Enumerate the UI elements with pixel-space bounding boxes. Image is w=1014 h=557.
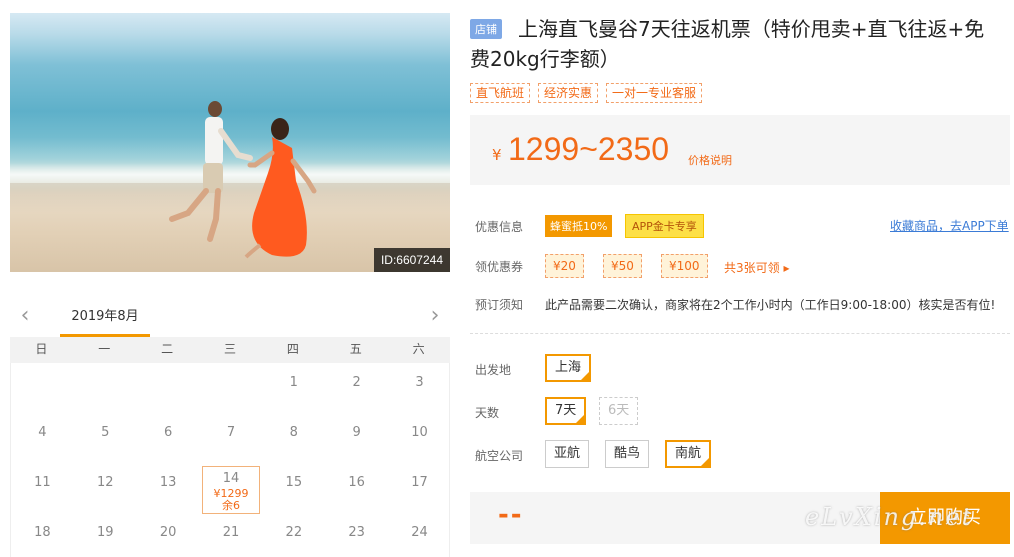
- next-month-chevron-icon[interactable]: ›: [424, 304, 446, 330]
- calendar-day-number: 20: [159, 525, 177, 540]
- coupons-more-link[interactable]: 共3张可领 ▸: [724, 259, 789, 276]
- weekday: 六: [412, 342, 425, 356]
- calendar-day-number: 14: [222, 471, 240, 486]
- coupon-label: 领优惠券: [475, 260, 524, 274]
- calendar-day[interactable]: 2: [325, 367, 388, 417]
- days-label: 天数: [475, 406, 500, 420]
- calendar-day-stock: 余6: [221, 499, 240, 512]
- calendar-day[interactable]: 24: [388, 517, 451, 557]
- price-box: ¥ 1299~2350 价格说明: [470, 115, 1010, 185]
- price-explain-link[interactable]: 价格说明: [688, 152, 732, 168]
- price-range: 1299~2350: [508, 131, 670, 167]
- feature-tag: 直飞航班: [470, 83, 531, 103]
- departure-label: 出发地: [475, 363, 512, 377]
- calendar-day[interactable]: 6: [137, 417, 200, 467]
- calendar-day[interactable]: 5: [74, 417, 137, 467]
- calendar-day-number: 23: [348, 525, 365, 540]
- calendar-day[interactable]: 11: [11, 467, 74, 517]
- days-option-7[interactable]: 7天: [545, 397, 587, 425]
- calendar-day-number: 18: [34, 525, 51, 540]
- calendar-month-tab[interactable]: 2019年8月: [60, 300, 150, 337]
- app-gold-card-badge: APP金卡专享: [625, 214, 704, 238]
- calendar-day[interactable]: 7: [200, 417, 263, 467]
- feature-tags: 直飞航班 经济实惠 一对一专业客服: [470, 83, 703, 103]
- calendar-day-number: 7: [226, 425, 236, 440]
- calendar-day-number: 24: [411, 525, 428, 540]
- calendar-day-number: 15: [285, 475, 303, 490]
- calendar-day-number: 10: [411, 425, 428, 440]
- total-price: --: [498, 500, 524, 530]
- calendar-day-number: 8: [289, 425, 298, 440]
- coupon-20[interactable]: ¥20: [545, 254, 584, 278]
- calendar-day[interactable]: 10: [388, 417, 451, 467]
- calendar-header: ‹ 2019年8月 ›: [10, 300, 450, 337]
- calendar-day[interactable]: 9: [325, 417, 388, 467]
- calendar-day-number: 11: [34, 475, 51, 490]
- airline-label: 航空公司: [475, 449, 524, 463]
- booking-notice-text: 此产品需要二次确认，商家将在2个工作小时内（工作日9:00-18:00）核实是否…: [545, 298, 996, 312]
- product-title: 上海直飞曼谷7天往返机票（特价甩卖+直飞往返+免费20kg行李额）: [470, 17, 985, 71]
- departure-option-shanghai[interactable]: 上海: [545, 354, 592, 382]
- calendar-day-number: 13: [159, 475, 177, 490]
- weekday: 一: [98, 342, 111, 356]
- calendar-day[interactable]: 13: [137, 467, 200, 517]
- currency-symbol: ¥: [492, 146, 502, 164]
- calendar-grid: 1 2 3 4 5 6 7 8 9 10 11 12 13 14 ¥1299 余6 15 16 17 18 19 20 21…: [10, 363, 450, 557]
- product-photo: ID:6607244: [10, 13, 450, 272]
- calendar-day[interactable]: 21: [200, 517, 263, 557]
- airline-option-airasia[interactable]: 亚航: [545, 440, 590, 468]
- airline-option-china-southern[interactable]: 南航: [665, 440, 712, 468]
- honey-discount-badge: 蜂蜜抵10%: [545, 215, 613, 237]
- weekday: 五: [349, 342, 362, 356]
- calendar-day[interactable]: 17: [388, 467, 451, 517]
- prev-month-chevron-icon[interactable]: ‹: [14, 304, 36, 330]
- calendar-day[interactable]: 23: [325, 517, 388, 557]
- calendar-day[interactable]: 1: [262, 367, 325, 417]
- weekday: 三: [224, 342, 237, 356]
- couple-on-beach-illustration: [169, 101, 317, 259]
- airline-option-scoot[interactable]: 酷鸟: [605, 440, 650, 468]
- feature-tag: 一对一专业客服: [606, 83, 703, 103]
- calendar-weekdays: 日 一 二 三 四 五 六: [10, 337, 450, 363]
- calendar-day-number: 6: [163, 425, 173, 440]
- calendar-day[interactable]: 12: [74, 467, 137, 517]
- divider: [470, 333, 1010, 334]
- favorite-link[interactable]: 收藏商品，去APP下单: [890, 217, 1009, 234]
- calendar-day[interactable]: 19: [74, 517, 137, 557]
- calendar-day[interactable]: 18: [11, 517, 74, 557]
- shop-badge: 店铺: [470, 19, 502, 39]
- calendar-day-number: 12: [96, 475, 114, 490]
- coupon-100[interactable]: ¥100: [661, 254, 708, 278]
- calendar-day[interactable]: 3: [388, 367, 451, 417]
- weekday: 四: [286, 342, 299, 356]
- calendar-day[interactable]: 22: [262, 517, 325, 557]
- calendar-day[interactable]: 8: [262, 417, 325, 467]
- feature-tag: 经济实惠: [538, 83, 599, 103]
- product-page: ID:6607244 ‹ 2019年8月 › 日 一 二 三 四 五 六 123…: [0, 0, 1014, 557]
- calendar-day[interactable]: 16: [325, 467, 388, 517]
- calendar-day-number: 21: [222, 525, 240, 540]
- calendar-day[interactable]: 4: [11, 417, 74, 467]
- calendar-day-number: 19: [96, 525, 114, 540]
- calendar-day-number: 16: [348, 475, 365, 490]
- calendar-day[interactable]: 15: [262, 467, 325, 517]
- weekday: 日: [35, 342, 48, 356]
- calendar-day-number: 1: [289, 375, 298, 390]
- booking-notice-label: 预订须知: [475, 298, 524, 312]
- calendar-day-number: 22: [285, 525, 303, 540]
- calendar-day-number: 5: [101, 425, 110, 440]
- calendar-day-number: 17: [411, 475, 428, 490]
- weekday: 二: [161, 342, 174, 356]
- calendar-day-number: 9: [352, 425, 361, 440]
- promo-label: 优惠信息: [475, 220, 524, 234]
- calendar-day[interactable]: 14 ¥1299 余6: [201, 466, 261, 514]
- calendar-day-number: 2: [352, 375, 361, 390]
- days-option-6[interactable]: 6天: [599, 397, 639, 425]
- calendar-day[interactable]: 20: [137, 517, 200, 557]
- calendar-day-number: 4: [38, 425, 47, 440]
- coupon-50[interactable]: ¥50: [603, 254, 642, 278]
- image-id-badge: ID:6607244: [373, 248, 450, 272]
- calendar-day-number: 3: [415, 375, 424, 390]
- site-watermark: eLvXing.net: [805, 503, 974, 531]
